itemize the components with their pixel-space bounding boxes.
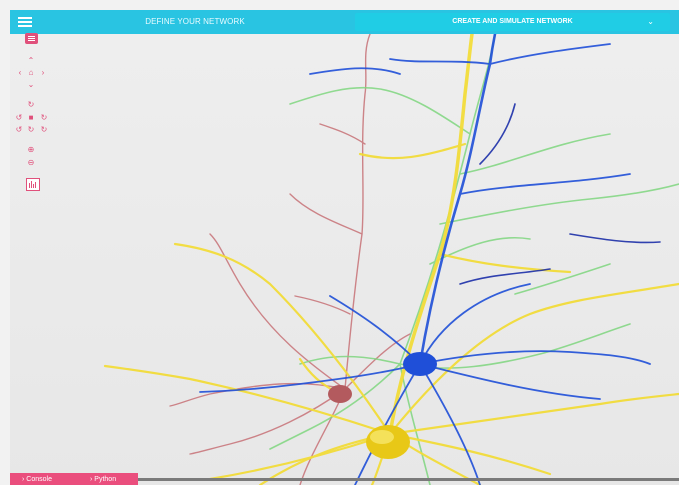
neuron-morphology-render [103, 34, 679, 485]
rotate-icon[interactable]: ↻ [26, 100, 36, 110]
rotate-cw-icon[interactable]: ↻ [26, 125, 36, 135]
rotate-ccw-icon[interactable]: ↺ [14, 125, 24, 135]
python-tab-label: Python [94, 476, 117, 483]
red-soma [328, 385, 352, 403]
hamburger-menu-icon[interactable] [18, 15, 32, 29]
blue-neuron-dendrites [199, 34, 651, 485]
tab-create-simulate-network[interactable]: CREATE AND SIMULATE NETWORK ⌄ [355, 13, 670, 31]
bottom-panel-divider [138, 478, 679, 481]
neuron-3d-canvas[interactable] [10, 34, 679, 485]
histogram-icon[interactable] [26, 178, 40, 191]
yellow-neuron-dendrites [103, 34, 679, 485]
green-neuron-dendrites [269, 34, 679, 485]
bottom-panel-tabs: › Console › Python [10, 473, 138, 485]
home-icon[interactable]: ⌂ [26, 68, 36, 78]
blue-soma [403, 352, 437, 376]
pan-down-icon[interactable]: ⌄ [26, 80, 36, 90]
top-navigation-bar: DEFINE YOUR NETWORK CREATE AND SIMULATE … [10, 10, 679, 34]
pan-up-icon[interactable]: ⌃ [26, 56, 36, 66]
rotate-cw-alt-icon[interactable]: ↻ [39, 125, 49, 135]
zoom-out-icon[interactable]: ⊖ [26, 158, 36, 168]
app-window: DEFINE YOUR NETWORK CREATE AND SIMULATE … [10, 10, 679, 485]
rotate-right-icon[interactable]: ↻ [39, 113, 49, 123]
python-tab[interactable]: › Python [90, 473, 116, 485]
console-tab[interactable]: › Console [22, 473, 52, 485]
python-prefix: › [90, 476, 93, 483]
rotate-left-icon[interactable]: ↺ [14, 113, 24, 123]
red-neuron-dendrites [169, 34, 411, 485]
pan-right-icon[interactable]: › [38, 68, 48, 78]
tab-define-network[interactable]: DEFINE YOUR NETWORK [130, 10, 260, 34]
tab-create-label: CREATE AND SIMULATE NETWORK [452, 18, 573, 25]
console-tab-label: Console [26, 476, 52, 483]
list-icon[interactable] [25, 33, 38, 44]
camera-icon[interactable]: ■ [26, 113, 36, 123]
zoom-in-icon[interactable]: ⊕ [26, 145, 36, 155]
pan-left-icon[interactable]: ‹ [15, 68, 25, 78]
console-prefix: › [22, 476, 25, 483]
chevron-down-icon[interactable]: ⌄ [647, 13, 654, 31]
neuron-somas [328, 352, 437, 459]
